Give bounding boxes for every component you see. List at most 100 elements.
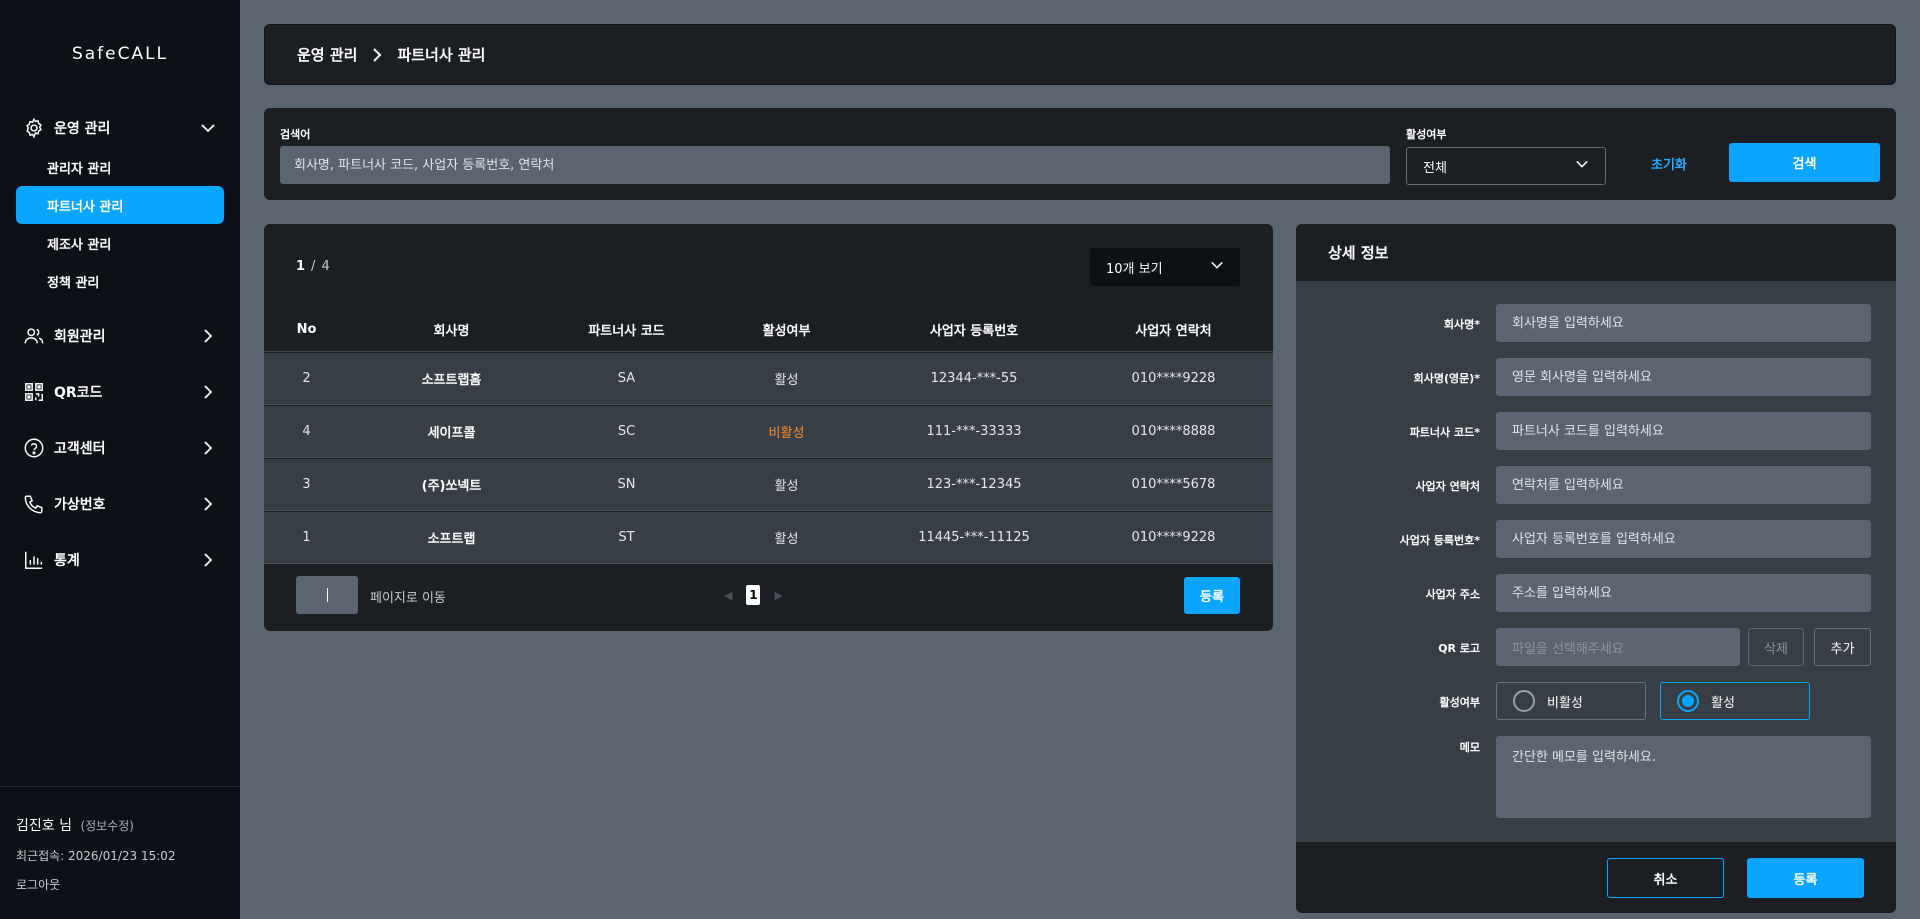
sidebar-item-policies[interactable]: 정책 관리 (16, 262, 224, 300)
chevron-right-icon (198, 326, 218, 346)
app-logo[interactable]: SafeCALL (0, 44, 240, 64)
sidebar-item-manufacturers[interactable]: 제조사 관리 (16, 224, 224, 262)
cell-no: 1 (302, 530, 311, 545)
search-button[interactable]: 검색 (1729, 143, 1880, 182)
nav-section-operations[interactable]: 운영 관리 (22, 113, 218, 143)
page-total: 4 (321, 259, 330, 274)
status-radio-inactive[interactable]: 비활성 (1496, 682, 1646, 720)
status-radio-active-label: 활성 (1711, 695, 1735, 711)
qr-add-button[interactable]: 추가 (1814, 628, 1871, 666)
register-button[interactable]: 등록 (1184, 577, 1240, 614)
partner-list-panel: 1 / 4 10개 보기 No 회사명 파트너사 코드 활성여부 사업자 등록번호 … (264, 224, 1273, 631)
cell-company: 세이프콜 (427, 426, 476, 441)
partner-code-label: 파트너사 코드* (1409, 426, 1480, 439)
sidebar-item-partners[interactable]: 파트너사 관리 (16, 186, 224, 224)
page-size-value: 10개 보기 (1106, 261, 1163, 277)
status-radio-inactive-label: 비활성 (1547, 695, 1583, 711)
cell-status: 비활성 (768, 426, 805, 441)
chevron-down-icon (1210, 258, 1224, 276)
biz-address-label: 사업자 주소 (1425, 588, 1480, 601)
text-caret (326, 588, 328, 602)
table-row[interactable]: 1 소프트랩 ST 활성 11445-***-11125 010****9228 (264, 512, 1273, 564)
nav-section-label: 운영 관리 (54, 121, 111, 137)
search-panel: 검색어 활성여부 전체 초기화 검색 (264, 108, 1896, 200)
biz-contact-input[interactable] (1496, 466, 1871, 504)
breadcrumb-current: 파트너사 관리 (397, 46, 486, 64)
gear-icon (22, 116, 46, 140)
nav-section-label: 가상번호 (54, 497, 106, 513)
table-row[interactable]: 3 (주)쏘넥트 SN 활성 123-***-12345 010****5678 (264, 459, 1273, 511)
biz-reg-no-input[interactable] (1496, 520, 1871, 558)
next-page-icon[interactable]: ▶ (774, 589, 782, 602)
cell-code: SC (617, 424, 636, 439)
column-header-code[interactable]: 파트너사 코드 (554, 320, 699, 339)
qr-logo-file-input[interactable]: 파일을 선택해주세요 (1496, 628, 1740, 666)
goto-page-label: 페이지로 이동 (370, 591, 446, 606)
status-filter-label: 활성여부 (1406, 128, 1447, 141)
cell-code: SA (617, 371, 636, 386)
company-name-en-input[interactable] (1496, 358, 1871, 396)
column-header-biz-no[interactable]: 사업자 등록번호 (874, 320, 1074, 339)
user-name: 김진호 님 (정보수정) (16, 815, 134, 835)
chevron-down-icon (198, 118, 218, 138)
memo-label: 메모 (1459, 741, 1480, 754)
biz-address-input[interactable] (1496, 574, 1871, 612)
biz-reg-no-label: 사업자 등록번호* (1399, 534, 1480, 547)
edit-profile-link[interactable]: (정보수정) (80, 819, 134, 833)
chevron-right-icon (198, 382, 218, 402)
cell-biz-no: 123-***-12345 (926, 477, 1022, 492)
nav-section-label: 통계 (54, 553, 80, 569)
status-radio-active[interactable]: 활성 (1660, 682, 1810, 720)
prev-page-icon[interactable]: ◀ (724, 589, 732, 602)
last-login: 최근접속: 2026/01/23 15:02 (16, 849, 176, 863)
chevron-right-icon (371, 47, 383, 62)
column-header-tel[interactable]: 사업자 연락처 (1074, 320, 1273, 339)
search-input[interactable] (280, 146, 1390, 184)
company-name-label: 회사명* (1443, 318, 1480, 331)
qr-delete-button[interactable]: 삭제 (1748, 628, 1804, 666)
nav-section-members[interactable]: 회원관리 (22, 321, 218, 351)
cell-company: 소프트랩 (427, 532, 476, 547)
chevron-right-icon (198, 438, 218, 458)
radio-unchecked-icon (1513, 690, 1535, 712)
cell-no: 2 (302, 371, 311, 386)
cell-code: SN (617, 477, 636, 492)
page-count: 1 / 4 (296, 259, 330, 274)
company-name-input[interactable] (1496, 304, 1871, 342)
cell-tel: 010****5678 (1131, 477, 1216, 492)
partner-code-input[interactable] (1496, 412, 1871, 450)
logout-link[interactable]: 로그아웃 (16, 876, 60, 893)
nav-section-label: 고객센터 (54, 441, 106, 457)
goto-page-input[interactable] (296, 576, 358, 614)
table-row[interactable]: 4 세이프콜 SC 비활성 111-***-33333 010****8888 (264, 406, 1273, 458)
page-number[interactable]: 1 (746, 585, 761, 605)
nav-section-qr[interactable]: QR코드 (22, 377, 218, 407)
users-icon (22, 324, 46, 348)
cell-status: 활성 (774, 532, 799, 547)
breadcrumb-parent[interactable]: 운영 관리 (297, 44, 357, 65)
nav-section-virtual-number[interactable]: 가상번호 (22, 489, 218, 519)
nav-section-stats[interactable]: 통계 (22, 545, 218, 575)
qr-logo-label: QR 로고 (1438, 642, 1480, 655)
pagination: ◀ 1 ▶ (724, 585, 783, 605)
help-icon (22, 436, 46, 460)
save-button[interactable]: 등록 (1747, 858, 1864, 898)
cell-status: 활성 (774, 373, 799, 388)
reset-button[interactable]: 초기화 (1651, 154, 1687, 173)
page-size-select[interactable]: 10개 보기 (1090, 248, 1240, 286)
column-header-company[interactable]: 회사명 (349, 320, 554, 339)
user-name-text: 김진호 님 (16, 818, 72, 834)
chevron-down-icon (1575, 157, 1589, 175)
status-filter-select[interactable]: 전체 (1406, 147, 1606, 185)
sidebar-item-admin[interactable]: 관리자 관리 (16, 148, 224, 186)
column-header-status[interactable]: 활성여부 (699, 320, 874, 339)
status-label: 활성여부 (1439, 696, 1480, 709)
table-row[interactable]: 2 소프트랩홈 SA 활성 12344-***-55 010****9228 (264, 353, 1273, 405)
table-header: No 회사명 파트너사 코드 활성여부 사업자 등록번호 사업자 연락처 (264, 307, 1273, 352)
memo-textarea[interactable] (1496, 736, 1871, 818)
radio-checked-icon (1677, 690, 1699, 712)
column-header-no[interactable]: No (264, 322, 349, 337)
nav-section-support[interactable]: 고객센터 (22, 433, 218, 463)
cancel-button[interactable]: 취소 (1607, 858, 1724, 898)
nav-section-label: QR코드 (54, 385, 103, 401)
